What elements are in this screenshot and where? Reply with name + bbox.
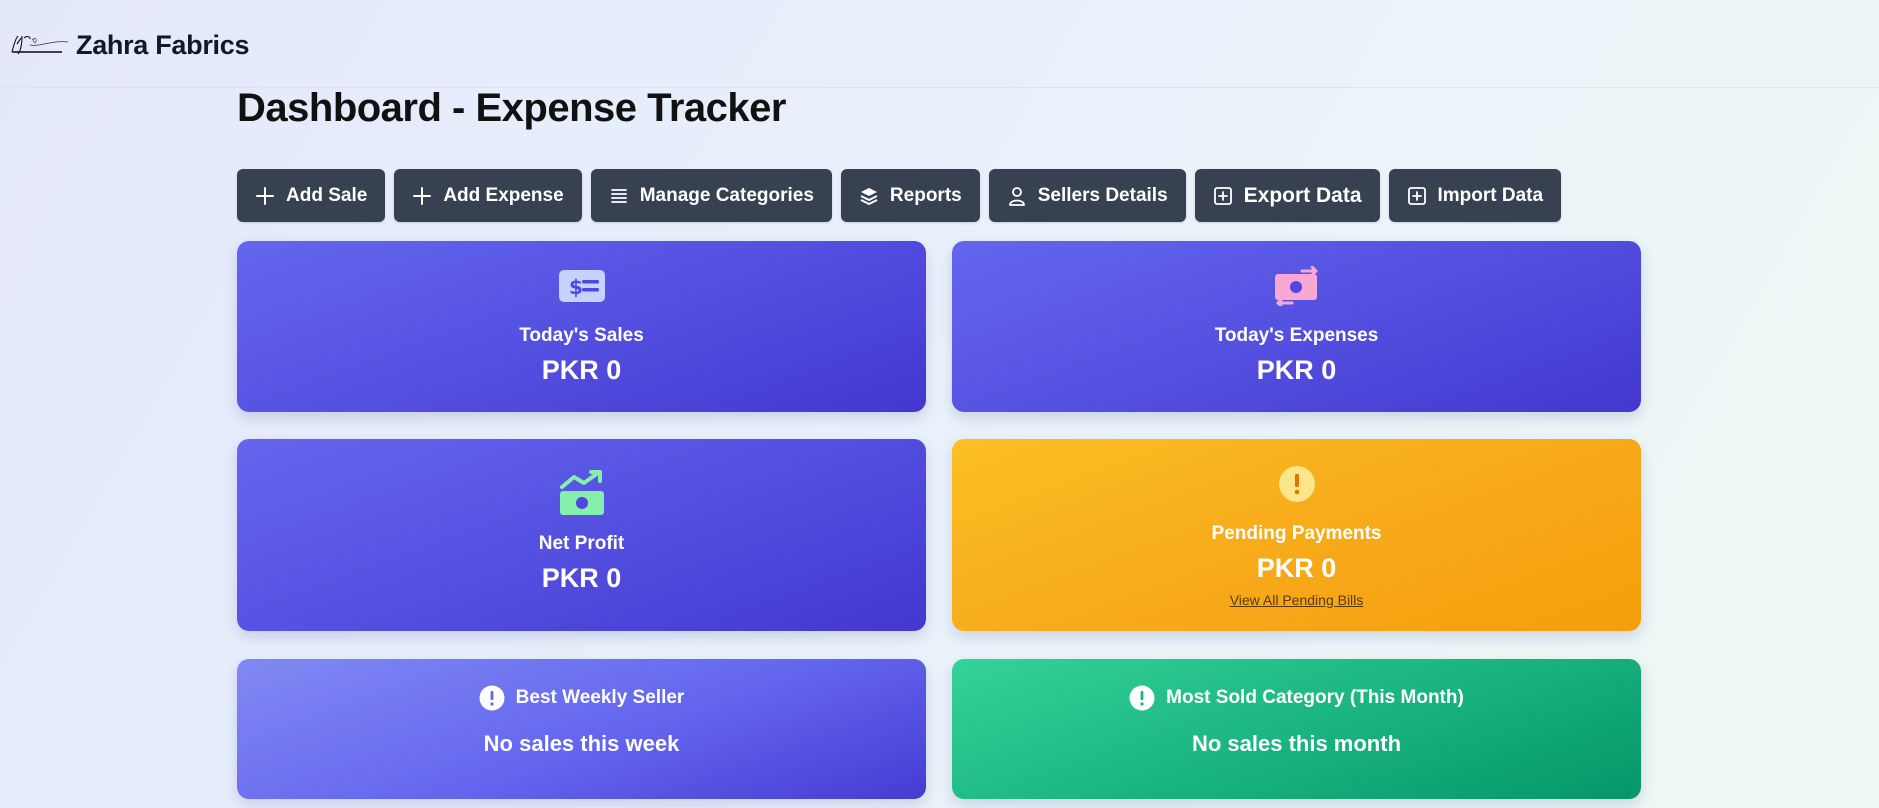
add-sale-label: Add Sale [286,184,368,206]
export-data-label: Export Data [1243,183,1362,207]
plus-icon [413,186,432,205]
sellers-details-button[interactable]: Sellers Details [988,169,1186,222]
todays-sales-value: PKR 0 [541,355,622,385]
brand-logo[interactable] [8,30,70,60]
top-bar: Zahra Fabrics [0,0,1879,88]
view-pending-bills-link[interactable]: View All Pending Bills [952,592,1641,608]
plus-icon [256,186,274,205]
sellers-details-label: Sellers Details [1037,184,1168,206]
todays-expenses-label: Today's Expenses [1214,325,1379,346]
best-weekly-seller-value: No sales this week [483,731,680,756]
most-sold-category-label: Most Sold Category (This Month) [1166,687,1464,708]
money-trend-icon [559,470,604,515]
net-profit-value: PKR 0 [541,563,622,593]
plus-square-icon [1407,186,1426,205]
manage-categories-label: Manage Categories [639,184,814,206]
most-sold-category-value: No sales this month [1191,731,1402,756]
most-sold-category-card: Most Sold Category (This Month) No sales… [952,659,1641,799]
pending-payments-card: Pending Payments PKR 0 View All Pending … [952,439,1641,631]
list-icon [610,188,627,203]
import-data-label: Import Data [1437,184,1544,206]
manage-categories-button[interactable]: Manage Categories [590,169,832,222]
layers-icon [860,187,878,205]
reports-button[interactable]: Reports [840,169,980,222]
money-transfer-icon [1274,266,1317,306]
add-sale-button[interactable]: Add Sale [237,169,386,222]
todays-expenses-card: Today's Expenses PKR 0 [952,241,1641,412]
pending-payments-label: Pending Payments [1211,523,1382,544]
brand-name[interactable]: Zahra Fabrics [76,30,249,61]
plus-square-icon [1213,186,1232,205]
most-sold-category-header: Most Sold Category (This Month) [952,685,1641,711]
page-title: Dashboard - Expense Tracker [237,86,786,130]
export-data-button[interactable]: Export Data [1194,169,1380,222]
action-toolbar: Add Sale Add Expense Manage Categories R… [237,169,1562,222]
exclamation-circle-icon [1278,466,1315,502]
add-expense-button[interactable]: Add Expense [394,169,582,222]
best-weekly-seller-card: Best Weekly Seller No sales this week [237,659,926,799]
exclamation-circle-icon [479,685,505,711]
user-icon [1008,186,1025,206]
todays-sales-label: Today's Sales [519,325,644,346]
net-profit-label: Net Profit [538,533,625,554]
todays-expenses-value: PKR 0 [1256,355,1337,385]
net-profit-card: Net Profit PKR 0 [237,439,926,631]
todays-sales-card: $ Today's Sales PKR 0 [237,241,926,412]
import-data-button[interactable]: Import Data [1388,169,1562,222]
exclamation-circle-icon [1129,685,1155,711]
svg-text:$: $ [569,275,583,299]
best-weekly-seller-header: Best Weekly Seller [237,685,926,711]
best-weekly-seller-label: Best Weekly Seller [515,687,685,708]
money-bill-icon: $ [558,270,605,302]
reports-label: Reports [889,184,962,206]
add-expense-label: Add Expense [443,184,564,206]
pending-payments-value: PKR 0 [1256,553,1337,583]
